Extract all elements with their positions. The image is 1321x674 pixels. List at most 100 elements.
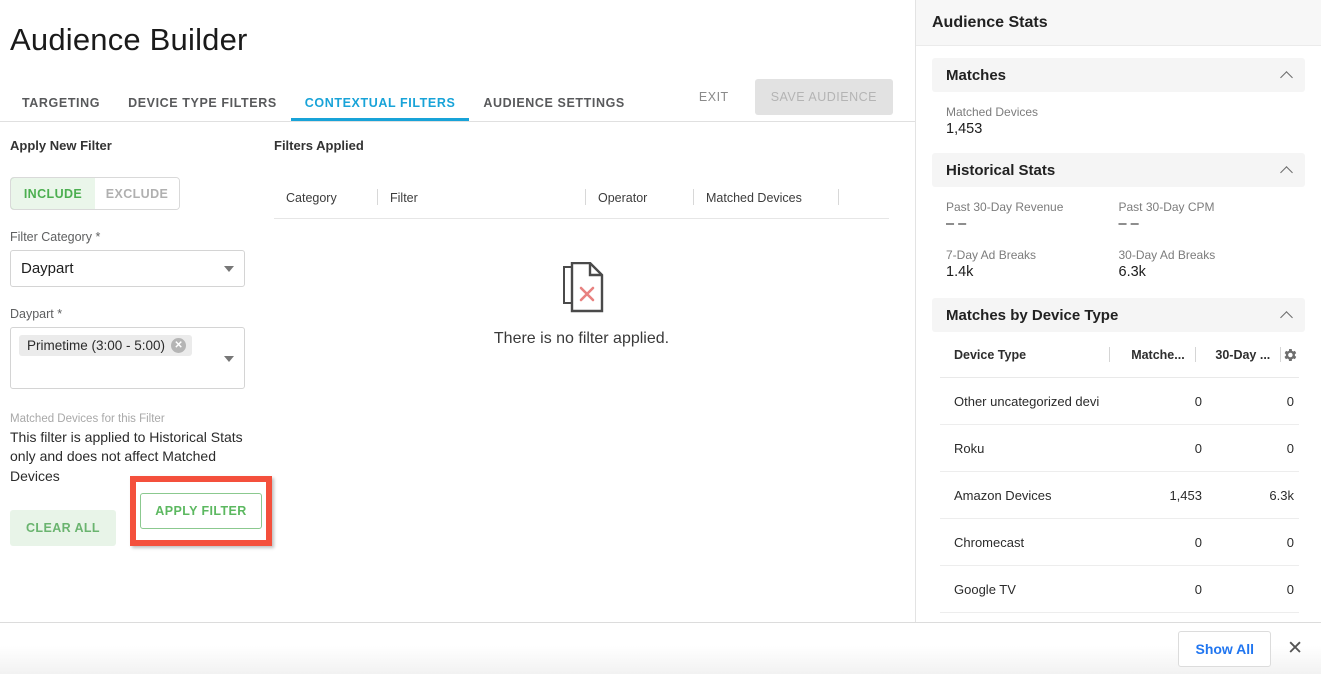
table-row: Other uncategorized devi 0 0 — [940, 378, 1299, 425]
filter-category-field: Filter Category * Daypart — [10, 230, 252, 287]
daypart-multiselect[interactable]: Primetime (3:00 - 5:00) ✕ — [10, 327, 245, 389]
column-header-operator[interactable]: Operator — [586, 189, 694, 205]
column-header-filter[interactable]: Filter — [378, 189, 586, 205]
cell-device-type: Other uncategorized devi — [954, 393, 1100, 409]
tab-audience-settings[interactable]: AUDIENCE SETTINGS — [469, 96, 638, 121]
column-header-device-type[interactable]: Device Type — [940, 347, 1111, 362]
content-row: Apply New Filter INCLUDE EXCLUDE Filter … — [0, 122, 915, 546]
gear-icon[interactable] — [1282, 346, 1299, 364]
chevron-up-icon — [1280, 310, 1293, 324]
column-header-matched[interactable]: Matche... — [1099, 347, 1196, 362]
stat-value: 6.3k — [1118, 264, 1146, 280]
table-row: Google TV 0 0 — [940, 566, 1299, 613]
chevron-up-icon — [1280, 165, 1293, 179]
filter-category-label: Filter Category * — [10, 230, 101, 244]
audience-builder-page: Audience Builder TARGETING DEVICE TYPE F… — [0, 0, 1321, 674]
sidebar-title: Audience Stats — [916, 0, 1321, 46]
column-divider — [1280, 347, 1282, 362]
stat-past-30-day-cpm: Past 30-Day CPM – – — [1119, 200, 1292, 232]
chevron-up-icon — [1280, 70, 1293, 84]
section-historical-stats-label: Historical Stats — [946, 161, 1056, 179]
cell-30-day: 6.3k — [1269, 487, 1294, 503]
section-matches-label: Matches — [946, 66, 1007, 84]
tab-contextual-filters[interactable]: CONTEXTUAL FILTERS — [290, 96, 470, 121]
stat-past-30-day-revenue: Past 30-Day Revenue – – — [946, 200, 1119, 232]
close-icon[interactable]: ✕ — [1283, 637, 1307, 660]
filter-action-buttons: CLEAR ALL APPLY FILTER — [10, 475, 272, 546]
cell-matched: 0 — [1194, 581, 1202, 597]
section-matches-header[interactable]: Matches — [932, 58, 1305, 92]
matched-devices-stat-label: Matched Devices — [946, 105, 1039, 119]
cell-30-day: 0 — [1286, 534, 1294, 550]
device-type-table-header: Device Type Matche... 30-Day ... — [940, 332, 1299, 378]
cell-device-type: Roku — [954, 440, 985, 456]
matches-stats: Matched Devices 1,453 — [932, 92, 1305, 145]
column-label: Matche... — [1131, 348, 1185, 362]
column-header-category[interactable]: Category — [274, 189, 378, 205]
historical-row-2: 7-Day Ad Breaks 1.4k 30-Day Ad Breaks 6.… — [946, 248, 1291, 280]
filters-applied-table-header: Category Filter Operator Matched Devices — [274, 189, 889, 219]
include-toggle[interactable]: INCLUDE — [11, 178, 96, 209]
save-audience-button[interactable]: SAVE AUDIENCE — [754, 79, 893, 115]
stat-label: Past 30-Day Revenue — [946, 200, 1064, 214]
apply-filter-highlight: APPLY FILTER — [130, 475, 272, 546]
device-type-table: Device Type Matche... 30-Day ... Other u… — [932, 332, 1305, 613]
main-content: Audience Builder TARGETING DEVICE TYPE F… — [0, 0, 916, 674]
cell-30-day: 0 — [1286, 581, 1294, 597]
filters-applied-panel: Filters Applied Category Filter Operator — [266, 138, 915, 546]
chevron-down-icon — [224, 265, 234, 272]
tab-device-type-filters[interactable]: DEVICE TYPE FILTERS — [114, 96, 291, 121]
filters-applied-heading: Filters Applied — [274, 138, 364, 153]
daypart-label: Daypart * — [10, 307, 63, 321]
column-header-matched-devices[interactable]: Matched Devices — [694, 189, 839, 205]
sidebar-body: Matches Matched Devices 1,453 Historical… — [916, 46, 1321, 613]
tab-bar: TARGETING DEVICE TYPE FILTERS CONTEXTUAL… — [0, 79, 915, 122]
section-matches-by-device-type-label: Matches by Device Type — [946, 306, 1119, 324]
remove-chip-icon[interactable]: ✕ — [171, 338, 187, 353]
apply-new-filter-heading: Apply New Filter — [10, 138, 112, 153]
filters-empty-state: There is no filter applied. — [274, 219, 889, 391]
historical-row-1: Past 30-Day Revenue – – Past 30-Day CPM … — [946, 200, 1291, 232]
column-label: Filter — [390, 191, 418, 205]
no-documents-icon — [562, 262, 603, 313]
empty-state-message: There is no filter applied. — [493, 330, 670, 347]
column-label: 30-Day ... — [1215, 348, 1271, 362]
historical-stats: Past 30-Day Revenue – – Past 30-Day CPM … — [932, 187, 1305, 288]
apply-new-filter-panel: Apply New Filter INCLUDE EXCLUDE Filter … — [0, 138, 272, 546]
section-matches-by-device-type-header[interactable]: Matches by Device Type — [932, 298, 1305, 332]
tab-actions: EXIT SAVE AUDIENCE — [685, 79, 915, 121]
column-header-30-day[interactable]: 30-Day ... — [1185, 347, 1282, 362]
show-all-button[interactable]: Show All — [1178, 630, 1272, 667]
filter-category-value: Daypart — [21, 260, 74, 277]
cell-30-day: 0 — [1286, 440, 1294, 456]
column-label: Operator — [598, 191, 648, 205]
daypart-chip: Primetime (3:00 - 5:00) ✕ — [19, 335, 193, 356]
cell-device-type: Amazon Devices — [954, 487, 1052, 503]
section-historical-stats-header[interactable]: Historical Stats — [932, 153, 1305, 187]
cell-30-day: 0 — [1286, 393, 1294, 409]
stat-7-day-ad-breaks: 7-Day Ad Breaks 1.4k — [946, 248, 1119, 280]
exit-button[interactable]: EXIT — [685, 82, 743, 112]
apply-filter-button[interactable]: APPLY FILTER — [140, 492, 262, 529]
table-row: Roku 0 0 — [940, 425, 1299, 472]
stat-value: 1.4k — [946, 264, 974, 280]
matched-devices-stat-value: 1,453 — [946, 121, 983, 137]
table-row: Chromecast 0 0 — [940, 519, 1299, 566]
matched-devices-label: Matched Devices for this Filter — [10, 413, 165, 425]
column-label: Matched Devices — [706, 191, 802, 205]
stat-label: 7-Day Ad Breaks — [946, 248, 1037, 262]
stat-value: – – — [1118, 216, 1139, 232]
filters-applied-table: Category Filter Operator Matched Devices… — [274, 189, 889, 391]
cell-device-type: Google TV — [954, 581, 1016, 597]
exclude-toggle[interactable]: EXCLUDE — [95, 178, 179, 209]
cell-matched: 0 — [1194, 534, 1202, 550]
column-label: Device Type — [954, 348, 1027, 362]
tab-targeting[interactable]: TARGETING — [10, 96, 114, 121]
filter-category-select[interactable]: Daypart — [10, 250, 245, 287]
stat-30-day-ad-breaks: 30-Day Ad Breaks 6.3k — [1119, 248, 1292, 280]
stat-label: Past 30-Day CPM — [1118, 200, 1215, 214]
page-title: Audience Builder — [10, 22, 248, 57]
include-exclude-toggle: INCLUDE EXCLUDE — [10, 177, 180, 210]
clear-all-button[interactable]: CLEAR ALL — [10, 509, 116, 546]
cell-matched: 1,453 — [1169, 487, 1202, 503]
